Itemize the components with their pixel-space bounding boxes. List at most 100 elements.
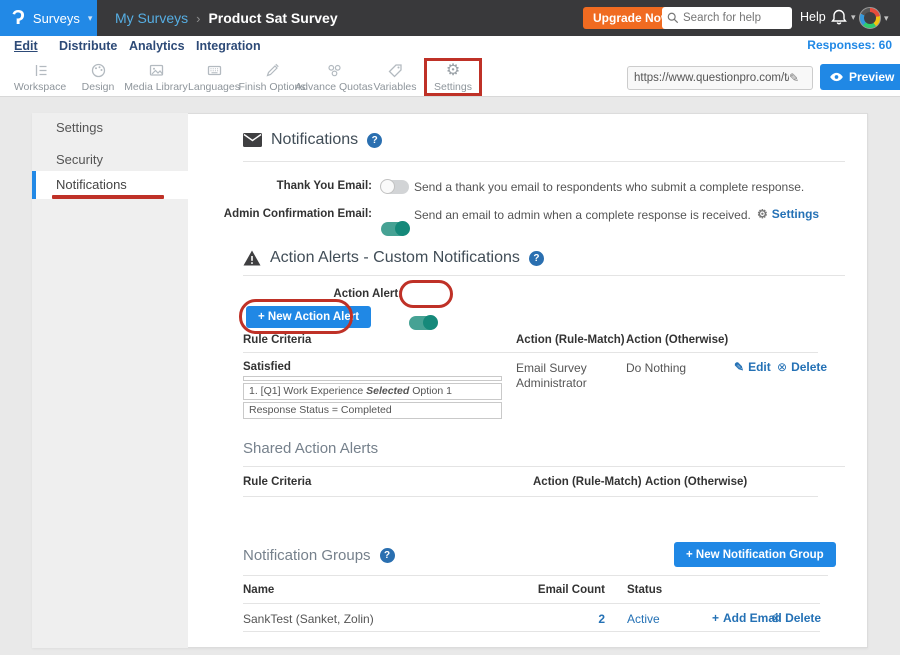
admin-email-settings-link[interactable]: ⚙ Settings — [757, 207, 819, 221]
delete-circle-icon: ⊗ — [771, 611, 781, 625]
breadcrumb-current: Product Sat Survey — [208, 10, 337, 26]
responses-count[interactable]: Responses: 60 — [807, 38, 892, 52]
questionpro-logo-icon: Ɂ — [12, 8, 25, 28]
divider — [243, 575, 828, 576]
criteria-text: 1. [Q1] Work Experience — [249, 385, 366, 397]
chevron-down-icon: ▾ — [884, 13, 889, 24]
preview-button[interactable]: Preview — [820, 64, 900, 90]
eye-icon — [829, 72, 844, 82]
column-header-action-otherwise: Action (Otherwise) — [626, 334, 728, 346]
toolbar-label: Settings — [414, 81, 492, 93]
divider — [243, 161, 845, 162]
bell-icon — [830, 8, 848, 27]
criteria-box: Response Status = Completed — [243, 402, 502, 419]
column-header-email-count: Email Count — [515, 584, 605, 596]
help-icon[interactable]: ? — [367, 133, 382, 148]
rule-status: Satisfied — [243, 361, 291, 373]
gear-icon: ⚙ — [757, 207, 768, 221]
notifications-section-header: Notifications ? — [243, 131, 382, 149]
delete-label: Delete — [785, 611, 821, 625]
column-header-rule-criteria: Rule Criteria — [243, 334, 311, 346]
edit-label: Edit — [748, 360, 771, 374]
group-email-count[interactable]: 2 — [515, 612, 605, 626]
breadcrumb-separator-icon: › — [196, 11, 200, 26]
plus-icon: + — [712, 611, 719, 625]
search-icon — [667, 12, 679, 24]
thank-you-email-description: Send a thank you email to respondents wh… — [414, 180, 804, 194]
toggle-knob — [423, 315, 438, 330]
new-action-alert-button[interactable]: + New Action Alert — [246, 306, 371, 328]
divider — [243, 466, 845, 467]
help-icon[interactable]: ? — [529, 251, 544, 266]
column-header-action-match: Action (Rule-Match) — [516, 334, 625, 346]
edit-alert-link[interactable]: ✎ Edit — [734, 360, 771, 374]
toolbar-item-settings[interactable]: ⚙ Settings — [414, 62, 492, 93]
edit-pencil-icon: ✎ — [734, 360, 744, 374]
sidebar-item-security[interactable]: Security — [32, 146, 188, 174]
account-menu[interactable]: ▾ — [859, 7, 889, 29]
envelope-icon — [243, 133, 262, 147]
action-alert-toggle[interactable] — [409, 316, 437, 330]
tab-analytics[interactable]: Analytics — [129, 36, 185, 58]
chevron-down-icon: ▾ — [88, 13, 93, 24]
sidebar-item-settings[interactable]: Settings — [32, 114, 188, 142]
breadcrumb: My Surveys › Product Sat Survey — [115, 0, 338, 36]
divider — [243, 275, 845, 276]
criteria-box: 1. [Q1] Work Experience Selected Option … — [243, 383, 502, 400]
settings-link-label: Settings — [772, 207, 819, 221]
product-menu[interactable]: Ɂ Surveys ▾ — [0, 0, 97, 36]
tab-distribute[interactable]: Distribute — [59, 36, 117, 58]
divider — [243, 631, 820, 632]
section-title: Action Alerts - Custom Notifications — [270, 249, 520, 267]
admin-confirmation-email-toggle[interactable] — [381, 222, 409, 236]
chevron-down-icon: ▾ — [851, 12, 856, 23]
delete-alert-link[interactable]: ⊗ Delete — [777, 360, 827, 374]
tab-integration[interactable]: Integration — [196, 36, 261, 58]
delete-circle-icon: ⊗ — [777, 360, 787, 374]
help-link[interactable]: Help — [800, 10, 826, 24]
survey-url-box[interactable]: ✎ — [627, 66, 813, 90]
delete-label: Delete — [791, 360, 827, 374]
shared-action-alerts-heading: Shared Action Alerts — [243, 440, 378, 457]
survey-url-input[interactable] — [634, 72, 789, 84]
warning-triangle-icon — [243, 250, 261, 266]
criteria-box-empty — [243, 376, 502, 381]
group-name: SankTest (Sanket, Zolin) — [243, 612, 374, 626]
delete-group-link[interactable]: ⊗ Delete — [771, 611, 821, 625]
action-alert-label: Action Alert: — [230, 288, 402, 300]
divider — [243, 496, 818, 497]
help-icon[interactable]: ? — [380, 548, 395, 563]
notification-groups-heading: Notification Groups ? — [243, 547, 395, 564]
breadcrumb-parent[interactable]: My Surveys — [115, 10, 188, 26]
thank-you-email-label: Thank You Email: — [200, 180, 372, 192]
toggle-knob — [380, 179, 395, 194]
admin-confirmation-email-description: Send an email to admin when a complete r… — [414, 208, 751, 222]
column-header-action-match: Action (Rule-Match) — [533, 476, 642, 488]
help-search-box[interactable] — [662, 7, 792, 29]
preview-label: Preview — [849, 70, 894, 84]
page: Ɂ Surveys ▾ My Surveys › Product Sat Sur… — [0, 0, 900, 655]
search-input[interactable] — [683, 12, 783, 24]
column-header-status: Status — [627, 584, 662, 596]
divider — [243, 603, 820, 604]
gear-icon: ⚙ — [446, 63, 460, 79]
new-notification-group-button[interactable]: + New Notification Group — [674, 542, 836, 567]
divider — [243, 352, 818, 353]
action-alerts-section-header: Action Alerts - Custom Notifications ? — [243, 249, 544, 267]
column-header-rule-criteria: Rule Criteria — [243, 476, 311, 488]
criteria-text: Option 1 — [409, 385, 452, 397]
criteria-emphasis: Selected — [366, 385, 409, 397]
column-header-name: Name — [243, 584, 274, 596]
group-status[interactable]: Active — [627, 612, 660, 626]
thank-you-email-toggle[interactable] — [381, 180, 409, 194]
product-menu-label: Surveys — [33, 11, 80, 26]
tab-edit[interactable]: Edit — [14, 36, 38, 58]
admin-confirmation-email-label: Admin Confirmation Email: — [180, 208, 372, 220]
column-header-action-otherwise: Action (Otherwise) — [645, 476, 747, 488]
edit-url-pencil-icon[interactable]: ✎ — [789, 71, 799, 85]
toggle-knob — [395, 221, 410, 236]
action-rule-match-value: Email Survey Administrator — [516, 361, 611, 391]
section-title: Notification Groups — [243, 547, 371, 564]
notifications-bell-menu[interactable]: ▾ — [830, 8, 856, 27]
annotation-notifications-underline — [52, 195, 164, 199]
